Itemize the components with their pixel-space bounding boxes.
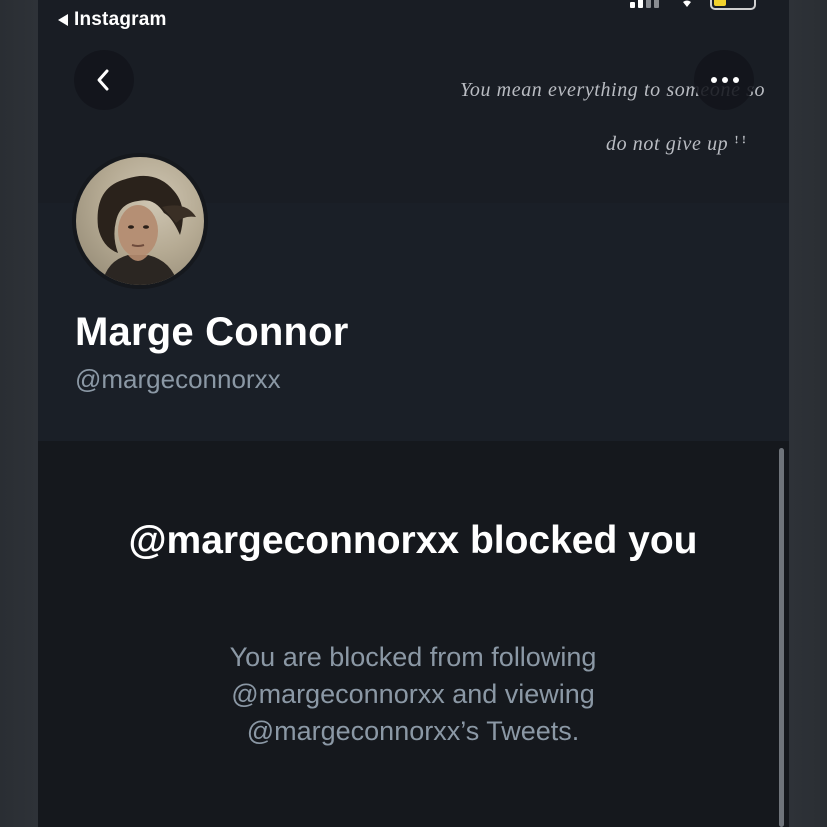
- blocked-title: @margeconnorxx blocked you: [128, 519, 698, 562]
- wifi-icon: [683, 0, 691, 7]
- banner-quote-line-2: do not give up ꜝꜝ: [606, 133, 749, 155]
- battery-icon: [710, 0, 756, 10]
- back-triangle-icon: [58, 14, 68, 26]
- status-icons: [630, 0, 760, 12]
- blocked-description: You are blocked from following @margecon…: [229, 642, 597, 746]
- profile-avatar[interactable]: [72, 153, 208, 289]
- profile-display-name: Marge Connor: [75, 310, 349, 354]
- profile-handle: @margeconnorxx: [75, 364, 281, 394]
- more-horizontal-icon: [711, 77, 739, 83]
- screenshot-frame: You mean everything to someone so do not…: [0, 0, 827, 827]
- status-back-label: Instagram: [74, 9, 167, 30]
- back-button[interactable]: [74, 50, 134, 110]
- avatar-portrait-icon: [97, 175, 196, 285]
- more-options-button[interactable]: [694, 50, 754, 110]
- scrollbar[interactable]: [779, 448, 784, 827]
- status-back-to-instagram[interactable]: Instagram: [58, 9, 167, 31]
- chevron-left-icon: [97, 69, 109, 91]
- avatar-photo: [76, 157, 204, 285]
- blocked-notice-panel: @margeconnorxx blocked you You are block…: [38, 441, 789, 827]
- phone-screen: You mean everything to someone so do not…: [38, 0, 789, 827]
